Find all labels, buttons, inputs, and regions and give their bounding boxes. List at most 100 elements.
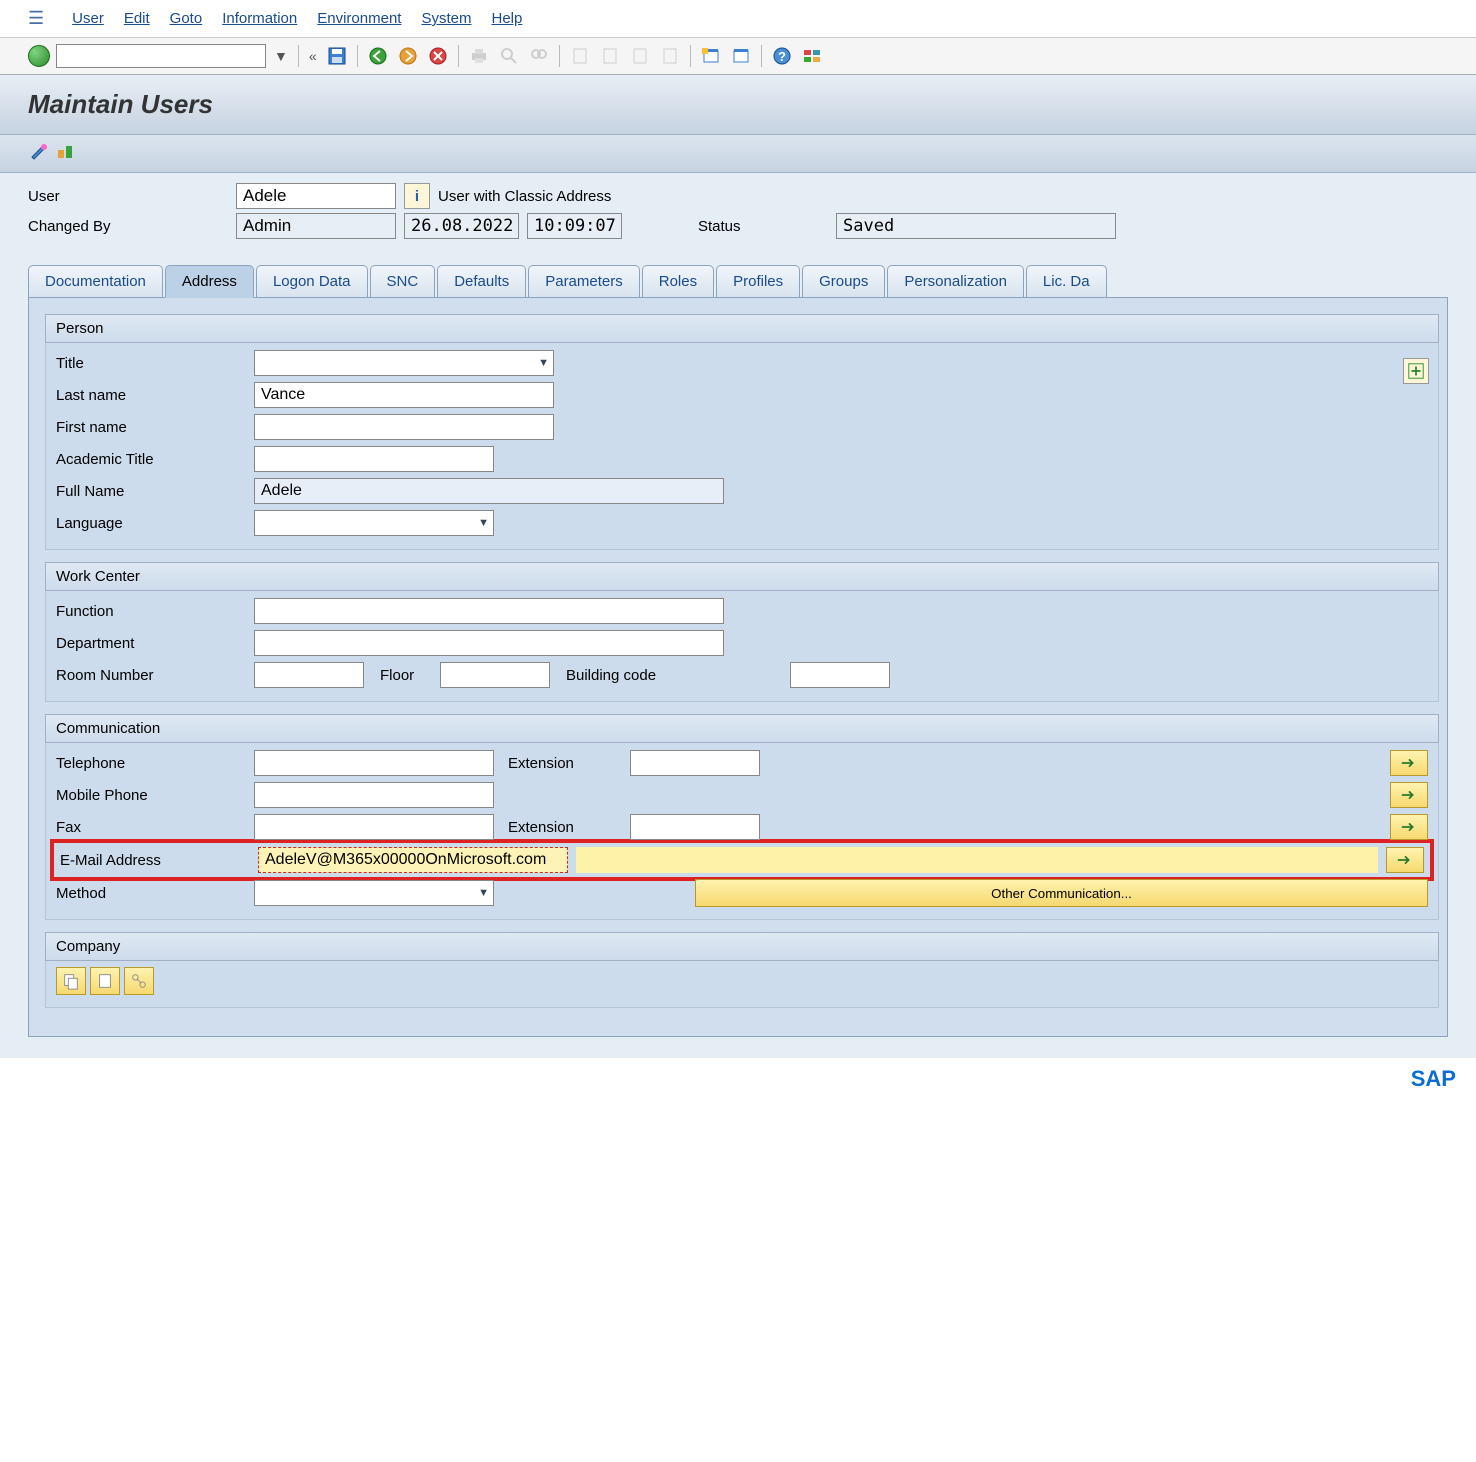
command-dropdown-icon[interactable]: ▼ bbox=[272, 48, 290, 64]
tab-defaults[interactable]: Defaults bbox=[437, 265, 526, 298]
group-person: Person Title Last name First name Academ… bbox=[45, 314, 1439, 550]
company-assign-icon[interactable] bbox=[124, 967, 154, 995]
title-label: Title bbox=[56, 355, 246, 372]
changed-date-field bbox=[404, 213, 519, 239]
last-name-label: Last name bbox=[56, 387, 246, 404]
ok-icon[interactable] bbox=[28, 45, 50, 67]
last-name-field[interactable] bbox=[254, 382, 554, 408]
email-field[interactable] bbox=[258, 847, 568, 873]
email-more-button[interactable] bbox=[1386, 847, 1424, 873]
telephone-more-button[interactable] bbox=[1390, 750, 1428, 776]
group-company: Company bbox=[45, 932, 1439, 1008]
svg-text:?: ? bbox=[778, 49, 786, 64]
help-icon[interactable]: ? bbox=[770, 44, 794, 68]
menu-edit[interactable]: Edit bbox=[124, 10, 150, 27]
group-title-person: Person bbox=[45, 314, 1439, 343]
first-page-icon bbox=[568, 44, 592, 68]
mobile-more-button[interactable] bbox=[1390, 782, 1428, 808]
tab-content-address: Person Title Last name First name Academ… bbox=[28, 297, 1448, 1037]
collapse-icon[interactable]: « bbox=[307, 48, 319, 64]
new-session-icon[interactable] bbox=[699, 44, 723, 68]
telephone-label: Telephone bbox=[56, 755, 246, 772]
save-icon[interactable] bbox=[325, 44, 349, 68]
other-communication-button[interactable]: Other Communication... bbox=[695, 879, 1428, 907]
menu-information[interactable]: Information bbox=[222, 10, 297, 27]
mobile-label: Mobile Phone bbox=[56, 787, 246, 804]
exit-icon[interactable] bbox=[396, 44, 420, 68]
back-icon[interactable] bbox=[366, 44, 390, 68]
menu-bar: ☰ User Edit Goto Information Environment… bbox=[0, 0, 1476, 38]
user-field[interactable] bbox=[236, 183, 396, 209]
academic-title-field[interactable] bbox=[254, 446, 494, 472]
tab-profiles[interactable]: Profiles bbox=[716, 265, 800, 298]
status-field bbox=[836, 213, 1116, 239]
changed-by-field bbox=[236, 213, 396, 239]
find-next-icon bbox=[527, 44, 551, 68]
first-name-field[interactable] bbox=[254, 414, 554, 440]
classic-address-text: User with Classic Address bbox=[438, 188, 611, 205]
floor-label: Floor bbox=[372, 667, 432, 684]
fax-ext-label: Extension bbox=[502, 819, 622, 836]
changed-time-field bbox=[527, 213, 622, 239]
mobile-field[interactable] bbox=[254, 782, 494, 808]
group-title-work: Work Center bbox=[45, 562, 1439, 591]
fax-ext-field[interactable] bbox=[630, 814, 760, 840]
email-label: E-Mail Address bbox=[60, 852, 250, 869]
tab-parameters[interactable]: Parameters bbox=[528, 265, 640, 298]
tab-lic-data[interactable]: Lic. Da bbox=[1026, 265, 1107, 298]
tab-snc[interactable]: SNC bbox=[370, 265, 436, 298]
next-page-icon bbox=[628, 44, 652, 68]
group-title-company: Company bbox=[45, 932, 1439, 961]
method-dropdown[interactable] bbox=[254, 880, 494, 906]
method-label: Method bbox=[56, 885, 246, 902]
tab-logon-data[interactable]: Logon Data bbox=[256, 265, 368, 298]
language-dropdown[interactable] bbox=[254, 510, 494, 536]
menu-user[interactable]: User bbox=[72, 10, 104, 27]
group-work-center: Work Center Function Department Room Num… bbox=[45, 562, 1439, 702]
fax-label: Fax bbox=[56, 819, 246, 836]
display-change-icon[interactable] bbox=[28, 141, 50, 163]
reference-icon[interactable] bbox=[54, 141, 76, 163]
tab-roles[interactable]: Roles bbox=[642, 265, 714, 298]
layout-icon[interactable] bbox=[729, 44, 753, 68]
tab-documentation[interactable]: Documentation bbox=[28, 265, 163, 298]
find-icon bbox=[497, 44, 521, 68]
changed-by-label: Changed By bbox=[28, 218, 228, 235]
command-field[interactable] bbox=[56, 44, 266, 68]
email-bar bbox=[576, 847, 1378, 873]
menu-help[interactable]: Help bbox=[491, 10, 522, 27]
building-field[interactable] bbox=[790, 662, 890, 688]
footer: SAP bbox=[0, 1058, 1476, 1100]
title-bar: Maintain Users bbox=[0, 75, 1476, 135]
full-name-field bbox=[254, 478, 724, 504]
title-dropdown[interactable] bbox=[254, 350, 554, 376]
tab-address[interactable]: Address bbox=[165, 265, 254, 298]
menu-goto[interactable]: Goto bbox=[170, 10, 203, 27]
settings-icon[interactable] bbox=[800, 44, 824, 68]
email-row-highlight: E-Mail Address bbox=[50, 839, 1434, 881]
header-fields: User i User with Classic Address Changed… bbox=[0, 173, 1476, 247]
tel-ext-label: Extension bbox=[502, 755, 622, 772]
telephone-field[interactable] bbox=[254, 750, 494, 776]
tab-groups[interactable]: Groups bbox=[802, 265, 885, 298]
function-field[interactable] bbox=[254, 598, 724, 624]
floor-field[interactable] bbox=[440, 662, 550, 688]
tab-personalization[interactable]: Personalization bbox=[887, 265, 1024, 298]
cancel-icon[interactable] bbox=[426, 44, 450, 68]
company-copy-icon[interactable] bbox=[56, 967, 86, 995]
status-label: Status bbox=[698, 218, 828, 235]
fax-more-button[interactable] bbox=[1390, 814, 1428, 840]
room-field[interactable] bbox=[254, 662, 364, 688]
tel-ext-field[interactable] bbox=[630, 750, 760, 776]
function-label: Function bbox=[56, 603, 246, 620]
info-icon[interactable]: i bbox=[404, 183, 430, 209]
menu-environment[interactable]: Environment bbox=[317, 10, 401, 27]
company-new-icon[interactable] bbox=[90, 967, 120, 995]
group-title-comm: Communication bbox=[45, 714, 1439, 743]
user-label: User bbox=[28, 188, 228, 205]
last-page-icon bbox=[658, 44, 682, 68]
department-field[interactable] bbox=[254, 630, 724, 656]
fax-field[interactable] bbox=[254, 814, 494, 840]
expand-icon[interactable] bbox=[1403, 358, 1429, 384]
menu-system[interactable]: System bbox=[421, 10, 471, 27]
